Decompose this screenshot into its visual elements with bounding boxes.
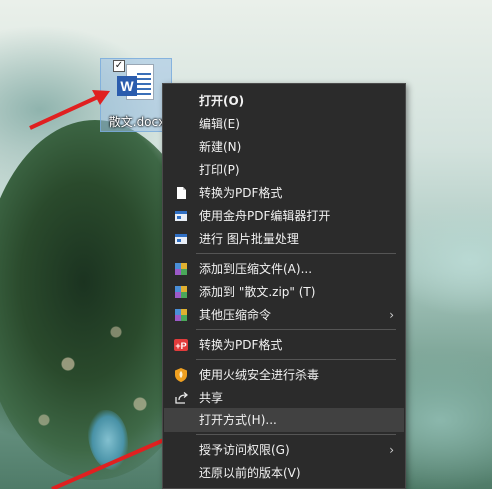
archive-icon <box>175 309 187 321</box>
menu-item-open[interactable]: 打开(O) <box>164 89 404 113</box>
context-menu: 打开(O) 编辑(E) 新建(N) 打印(P) 转换为PDF格式 使用金舟PDF… <box>162 83 406 489</box>
menu-item-share[interactable]: 共享 <box>164 386 404 410</box>
menu-separator <box>196 329 396 330</box>
menu-item-label: 打印(P) <box>199 163 240 177</box>
menu-item-grant-access[interactable]: 授予访问权限(G) › <box>164 438 404 462</box>
archive-icon <box>175 263 187 275</box>
pdf-editor-icon <box>175 211 187 221</box>
image-batch-icon <box>175 234 187 244</box>
menu-item-label: 还原以前的版本(V) <box>199 466 301 480</box>
menu-item-add-to-zip[interactable]: 添加到 "散文.zip" (T) <box>164 280 404 304</box>
menu-item-batch-image[interactable]: 进行 图片批量处理 <box>164 227 404 251</box>
menu-item-label: 其他压缩命令 <box>199 308 272 322</box>
menu-item-label: 转换为PDF格式 <box>199 338 283 352</box>
menu-item-edit[interactable]: 编辑(E) <box>164 112 404 136</box>
menu-item-label: 打开(O) <box>199 94 245 108</box>
menu-item-label: 共享 <box>199 391 224 405</box>
menu-item-label: 打开方式(H)... <box>199 413 277 427</box>
menu-item-label: 编辑(E) <box>199 117 240 131</box>
menu-separator <box>196 253 396 254</box>
pdf-convert-red-icon: +P <box>174 339 188 351</box>
menu-item-open-jinzhou-pdf[interactable]: 使用金舟PDF编辑器打开 <box>164 204 404 228</box>
menu-item-label: 进行 图片批量处理 <box>199 232 299 246</box>
menu-separator <box>196 434 396 435</box>
pdf-page-icon <box>177 187 186 199</box>
submenu-chevron-icon: › <box>389 443 394 457</box>
menu-item-label: 添加到 "散文.zip" (T) <box>199 285 316 299</box>
submenu-chevron-icon: › <box>389 308 394 322</box>
menu-item-add-archive[interactable]: 添加到压缩文件(A)... <box>164 257 404 281</box>
menu-item-label: 添加到压缩文件(A)... <box>199 262 313 276</box>
menu-item-other-compress[interactable]: 其他压缩命令 › <box>164 303 404 327</box>
menu-item-print[interactable]: 打印(P) <box>164 158 404 182</box>
archive-icon <box>175 286 187 298</box>
menu-item-convert-pdf[interactable]: 转换为PDF格式 <box>164 181 404 205</box>
menu-item-label: 转换为PDF格式 <box>199 186 283 200</box>
svg-text:+P: +P <box>175 341 186 351</box>
huorong-shield-icon <box>175 368 187 382</box>
menu-item-new[interactable]: 新建(N) <box>164 135 404 159</box>
menu-item-label: 授予访问权限(G) <box>199 443 290 457</box>
menu-item-restore-previous[interactable]: 还原以前的版本(V) <box>164 461 404 485</box>
menu-item-label: 新建(N) <box>199 140 242 154</box>
share-icon <box>175 392 188 404</box>
menu-item-open-with[interactable]: 打开方式(H)... <box>164 408 404 432</box>
menu-item-huorong-scan[interactable]: 使用火绒安全进行杀毒 <box>164 363 404 387</box>
menu-item-convert-pdf-2[interactable]: +P 转换为PDF格式 <box>164 333 404 357</box>
menu-item-label: 使用金舟PDF编辑器打开 <box>199 209 331 223</box>
menu-item-label: 使用火绒安全进行杀毒 <box>199 368 320 382</box>
arrow-to-file-icon <box>29 90 110 130</box>
menu-separator <box>196 359 396 360</box>
